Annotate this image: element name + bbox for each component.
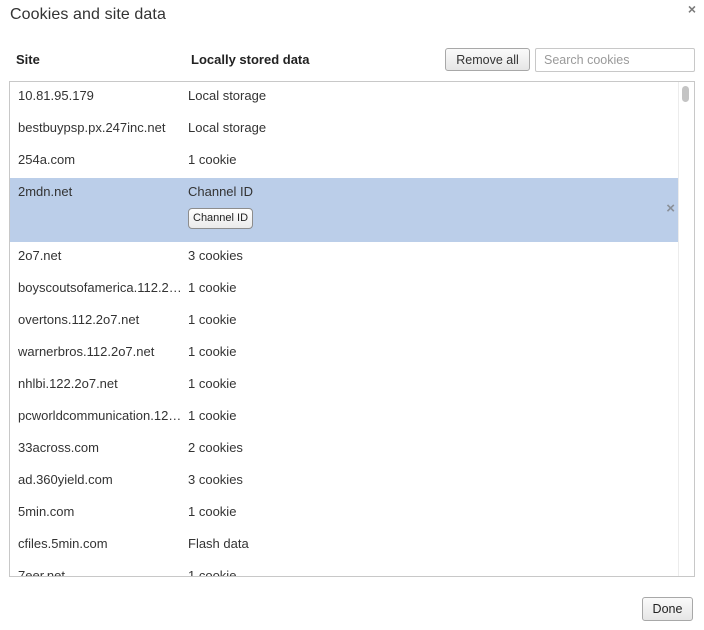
cookie-row[interactable]: 7eer.net 1 cookie [10, 562, 680, 577]
row-data: 1 cookie [188, 280, 237, 295]
row-site: 33across.com [18, 440, 99, 455]
cookie-row[interactable]: ad.360yield.com 3 cookies [10, 466, 680, 498]
done-button[interactable]: Done [642, 597, 693, 621]
row-data: 3 cookies [188, 248, 243, 263]
row-data: 1 cookie [188, 344, 237, 359]
row-data: 1 cookie [188, 152, 237, 167]
row-data: 1 cookie [188, 568, 237, 577]
row-data: 1 cookie [188, 408, 237, 423]
row-data: 2 cookies [188, 440, 243, 455]
row-site: warnerbros.112.2o7.net [18, 344, 155, 359]
cookie-row[interactable]: warnerbros.112.2o7.net 1 cookie [10, 338, 680, 370]
scrollbar[interactable] [678, 82, 694, 576]
row-site: 2o7.net [18, 248, 62, 263]
row-data: 3 cookies [188, 472, 243, 487]
row-site: bestbuypsp.px.247inc.net [18, 120, 166, 135]
row-data: 1 cookie [188, 376, 237, 391]
cookie-row[interactable]: bestbuypsp.px.247inc.net Local storage [10, 114, 680, 146]
row-site: 254a.com [18, 152, 76, 167]
row-site: 7eer.net [18, 568, 65, 577]
cookie-row[interactable]: 5min.com 1 cookie [10, 498, 680, 530]
row-site: cfiles.5min.com [18, 536, 108, 551]
remove-icon[interactable]: × [666, 200, 675, 217]
row-data: Flash data [188, 536, 249, 551]
cookie-row[interactable]: 10.81.95.179 Local storage [10, 82, 680, 114]
cookie-row[interactable]: pcworldcommunication.122.2o7.net1 cookie [10, 402, 680, 434]
row-data: 1 cookie [188, 312, 237, 327]
cookie-row[interactable]: 254a.com 1 cookie [10, 146, 680, 178]
row-data: 1 cookie [188, 504, 237, 519]
cookie-list[interactable]: 10.81.95.179 Local storage bestbuypsp.px.2… [9, 81, 695, 577]
cookie-rows: 10.81.95.179 Local storage bestbuypsp.px.2… [10, 82, 680, 577]
scrollbar-thumb[interactable] [682, 86, 689, 102]
row-data: Channel ID [188, 184, 254, 199]
column-header-data: Locally stored data [191, 52, 310, 67]
row-data: Local storage [188, 120, 267, 135]
cookie-row[interactable]: cfiles.5min.com Flash data [10, 530, 680, 562]
row-site: overtons.112.2o7.net [18, 312, 140, 327]
remove-all-button[interactable]: Remove all [445, 48, 530, 71]
cookie-row[interactable]: 2mdn.net Channel ID Channel ID × [10, 178, 680, 242]
row-site: 10.81.95.179 [18, 88, 94, 103]
row-site: nhlbi.122.2o7.net [18, 376, 118, 391]
row-site: boyscoutsofamerica.112.2o7.net [18, 280, 186, 295]
row-site: 2mdn.net [18, 184, 73, 199]
channel-id-chip[interactable]: Channel ID [188, 208, 254, 229]
cookie-row[interactable]: 33across.com 2 cookies [10, 434, 680, 466]
row-data: Local storage [188, 88, 267, 103]
cookie-row[interactable]: nhlbi.122.2o7.net 1 cookie [10, 370, 680, 402]
row-site: ad.360yield.com [18, 472, 113, 487]
dialog-title: Cookies and site data [10, 6, 166, 23]
close-icon[interactable]: × [688, 1, 696, 17]
column-header-site: Site [16, 52, 40, 67]
row-site: pcworldcommunication.122.2o7.net [18, 408, 186, 423]
row-site: 5min.com [18, 504, 75, 519]
cookie-row[interactable]: 2o7.net 3 cookies [10, 242, 680, 274]
search-cookies-input[interactable] [535, 48, 695, 72]
cookie-row[interactable]: boyscoutsofamerica.112.2o7.net1 cookie [10, 274, 680, 306]
cookie-row[interactable]: overtons.112.2o7.net 1 cookie [10, 306, 680, 338]
